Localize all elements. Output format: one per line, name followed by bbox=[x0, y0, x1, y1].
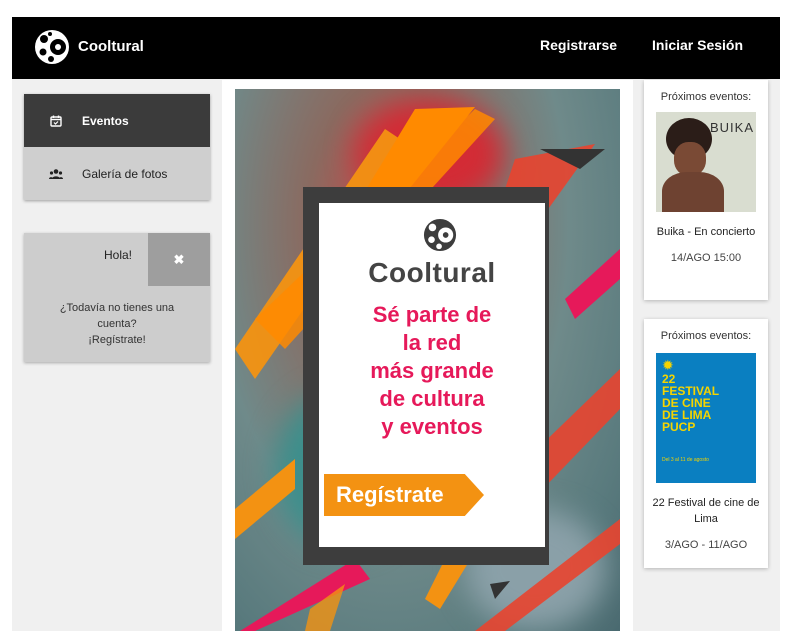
promo-headline: Sé parte de la red más grande de cultura… bbox=[370, 302, 494, 439]
event-card[interactable]: Próximos eventos: BUIKA Buika - En conci… bbox=[644, 80, 768, 300]
register-cta-button[interactable]: Regístrate bbox=[324, 474, 484, 516]
cooltural-logo bbox=[423, 218, 457, 252]
top-navbar: Cooltural Registrarse Iniciar Sesión bbox=[12, 17, 780, 79]
event-poster-festival[interactable]: ✹ 22 FESTIVAL DE CINE DE LIMA PUCP Del 3… bbox=[656, 353, 756, 483]
event-title[interactable]: 22 Festival de cine de Lima bbox=[644, 495, 768, 527]
signup-prompt-box: Hola! ✖ ¿Todavía no tienes una cuenta? ¡… bbox=[24, 233, 210, 362]
sidebar-item-galeria[interactable]: Galería de fotos bbox=[24, 147, 210, 200]
users-icon bbox=[49, 167, 63, 181]
poster-title: BUIKA bbox=[710, 120, 755, 135]
sidebar-item-eventos[interactable]: Eventos bbox=[24, 94, 210, 147]
event-poster-buika[interactable]: BUIKA bbox=[656, 112, 756, 212]
brand-name[interactable]: Cooltural bbox=[78, 38, 144, 55]
register-cta-label: Regístrate bbox=[336, 482, 444, 507]
sidebar-item-label: Eventos bbox=[82, 113, 129, 128]
signup-link[interactable]: ¡Regístrate! bbox=[24, 332, 210, 348]
event-card[interactable]: Próximos eventos: ✹ 22 FESTIVAL DE CINE … bbox=[644, 319, 768, 568]
close-button[interactable]: ✖ bbox=[148, 233, 210, 286]
signup-message: ¿Todavía no tienes una cuenta? ¡Regístra… bbox=[24, 300, 210, 348]
calendar-icon bbox=[49, 114, 63, 128]
event-card-heading: Próximos eventos: bbox=[660, 330, 752, 342]
poster-subtitle: Del 3 al 11 de agosto bbox=[662, 457, 709, 463]
poster-line: PUCP bbox=[662, 420, 696, 434]
event-title[interactable]: Buika - En concierto bbox=[644, 224, 768, 240]
poster-text: 22 FESTIVAL DE CINE DE LIMA PUCP bbox=[662, 373, 719, 433]
event-card-heading: Próximos eventos: bbox=[660, 91, 752, 103]
register-link[interactable]: Registrarse bbox=[540, 37, 617, 53]
close-icon: ✖ bbox=[173, 251, 185, 267]
cooltural-logo[interactable] bbox=[34, 28, 70, 66]
promo-banner[interactable]: Cooltural Sé parte de la red más grande … bbox=[235, 89, 620, 631]
promo-brand: Cooltural bbox=[368, 257, 496, 288]
event-date: 3/AGO - 11/AGO bbox=[664, 539, 748, 551]
hello-title: Hola! bbox=[104, 248, 133, 262]
sidebar-item-label: Galería de fotos bbox=[82, 166, 168, 181]
signup-message-text: ¿Todavía no tienes una cuenta? bbox=[59, 302, 175, 330]
poster-shoulders bbox=[662, 172, 724, 212]
poster-face bbox=[674, 142, 706, 176]
login-link[interactable]: Iniciar Sesión bbox=[652, 37, 743, 53]
sidebar-menu: Eventos Galería de fotos bbox=[24, 94, 210, 200]
event-date: 14/AGO 15:00 bbox=[670, 252, 742, 264]
